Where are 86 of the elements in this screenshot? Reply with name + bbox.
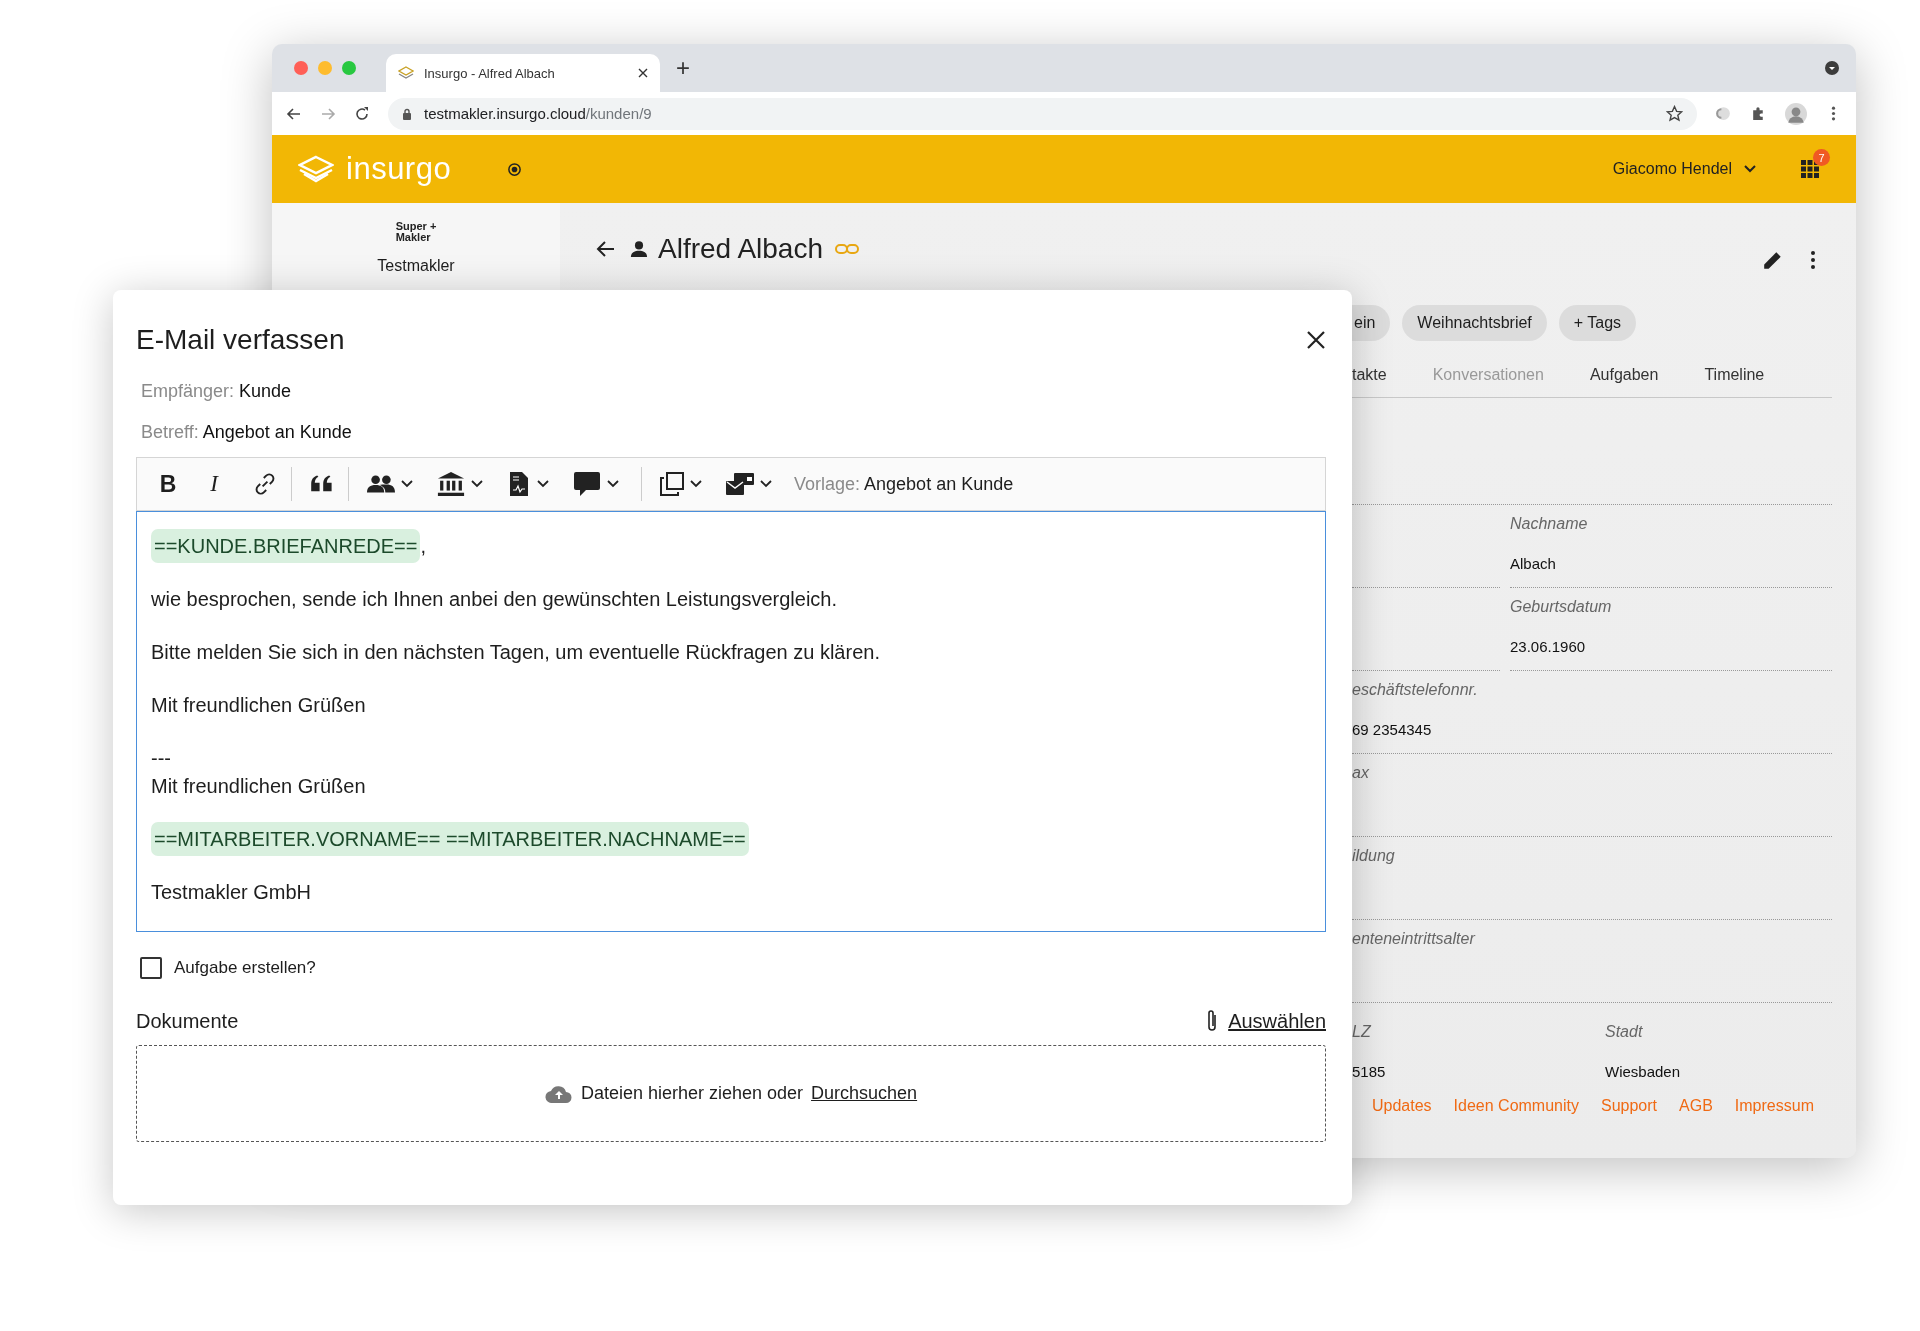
placeholder-token: ==MITARBEITER.VORNAME== ==MITARBEITER.NACHNAME==: [151, 822, 749, 856]
field-label: enteneintrittsalter: [1352, 930, 1477, 948]
field-value: 23.06.1960: [1510, 638, 1587, 655]
field-value: 5185: [1352, 1063, 1387, 1080]
reload-icon[interactable]: [354, 105, 370, 122]
person-icon: [630, 240, 648, 258]
url-text: testmakler.insurgo.cloud/kunden/9: [424, 105, 652, 122]
chevron-down-icon[interactable]: [401, 480, 413, 488]
field-label: ax: [1352, 764, 1370, 782]
message-editor[interactable]: [136, 511, 1326, 932]
checkbox[interactable]: [140, 957, 162, 979]
field-value: Wiesbaden: [1605, 1063, 1682, 1080]
company-name: Testmakler: [377, 257, 455, 275]
lock-icon: [402, 107, 412, 120]
tag-chip[interactable]: Weihnachtsbrief: [1402, 305, 1547, 341]
field-label: Nachname: [1510, 515, 1589, 533]
dropzone-text: Dateien hierher ziehen oder: [580, 1083, 804, 1104]
link-icon[interactable]: [253, 472, 277, 496]
close-icon[interactable]: [1306, 330, 1326, 350]
field-label: Stadt: [1605, 1023, 1644, 1041]
grid-icon[interactable]: [1800, 159, 1820, 179]
new-tab-button[interactable]: +: [676, 54, 690, 82]
browse-link[interactable]: Durchsuchen: [811, 1083, 918, 1104]
field-label: LZ: [1352, 1023, 1372, 1041]
layers-icon: [298, 155, 334, 183]
tag-chip[interactable]: + Tags: [1558, 305, 1637, 341]
brand-logo: Super + Makler: [395, 221, 437, 243]
browser-tab[interactable]: Insurgo - Alfred Albach: [386, 54, 660, 92]
paperclip-icon[interactable]: [1206, 1009, 1219, 1033]
logo-text: insurgo: [346, 151, 452, 187]
field-value: Albach: [1510, 555, 1557, 572]
tab[interactable]: takte: [1352, 366, 1387, 384]
chevron-down-icon[interactable]: [1744, 165, 1756, 173]
field-label: ildung: [1352, 847, 1396, 865]
field-label: Geburtsdatum: [1510, 598, 1613, 616]
more-icon[interactable]: [1810, 249, 1816, 271]
chevron-down-icon[interactable]: [690, 480, 702, 488]
chevron-down-icon[interactable]: [471, 480, 483, 488]
record-icon[interactable]: [507, 161, 523, 177]
speech-bubble-icon[interactable]: [573, 472, 601, 496]
user-menu[interactable]: Giacomo Hendel: [1612, 160, 1732, 178]
checkbox-label: Aufgabe erstellen?: [174, 958, 316, 978]
placeholder-token: ==KUNDE.BRIEFANREDE==: [151, 529, 421, 563]
tab[interactable]: Aufgaben: [1589, 366, 1659, 384]
dialog-title: E-Mail verfassen: [136, 324, 346, 356]
field-label: eschäftstelefonnr.: [1352, 681, 1479, 699]
message-text: Mit freundlichen Grüßen: [151, 694, 366, 716]
field-value: 69 2354345: [1352, 721, 1433, 738]
mail-card-icon[interactable]: [726, 472, 754, 496]
back-icon[interactable]: [286, 105, 302, 122]
extension-icon[interactable]: [1715, 105, 1732, 122]
people-icon[interactable]: [367, 472, 395, 496]
chevron-down-icon[interactable]: [607, 480, 619, 488]
star-icon[interactable]: [1666, 105, 1683, 122]
customer-name: Alfred Albach: [658, 233, 823, 265]
recipient-line: Empfänger: Kunde: [140, 381, 293, 402]
back-icon[interactable]: [596, 239, 616, 259]
tag-chip[interactable]: ein: [1352, 305, 1391, 341]
notification-badge: 7: [1813, 149, 1830, 166]
pencil-icon[interactable]: [1762, 249, 1784, 271]
message-text: ---: [151, 747, 171, 769]
message-text: Mit freundlichen Grüßen: [151, 775, 366, 797]
template-selector[interactable]: Vorlage: Angebot an Kunde: [794, 473, 1014, 495]
layers-icon: [398, 65, 414, 81]
upload-cloud-icon: [544, 1084, 573, 1103]
dropdown-icon[interactable]: [1824, 60, 1840, 76]
message-text: Bitte melden Sie sich in den nächsten Tagen, um eventuelle Rückfragen zu klären.: [151, 641, 880, 663]
copy-icon[interactable]: [660, 472, 684, 496]
italic-button[interactable]: I: [197, 471, 231, 497]
message-text: Testmakler GmbH: [151, 881, 312, 903]
section-title: Dokumente: [136, 1009, 239, 1033]
tab[interactable]: Timeline: [1704, 366, 1765, 384]
select-link[interactable]: Auswählen: [1228, 1009, 1326, 1033]
document-icon[interactable]: [507, 472, 531, 496]
message-text: wie besprochen, sende ich Ihnen anbei den gewünschten Leistungsvergleich.: [151, 588, 838, 610]
close-icon[interactable]: [638, 68, 648, 78]
file-dropzone[interactable]: Dateien hierher ziehen oder Durchsuchen: [136, 1045, 1326, 1142]
address-bar[interactable]: testmakler.insurgo.cloud/kunden/9: [388, 97, 1697, 130]
tab-title: Insurgo - Alfred Albach: [424, 65, 556, 81]
message-text: ,: [420, 535, 426, 557]
avatar-icon[interactable]: [1785, 102, 1807, 125]
chevron-down-icon[interactable]: [760, 480, 772, 488]
chevron-down-icon[interactable]: [537, 480, 549, 488]
bold-button[interactable]: B: [151, 470, 185, 498]
bank-icon[interactable]: [437, 472, 465, 496]
subject-line: Betreff: Angebot an Kunde: [140, 422, 353, 443]
